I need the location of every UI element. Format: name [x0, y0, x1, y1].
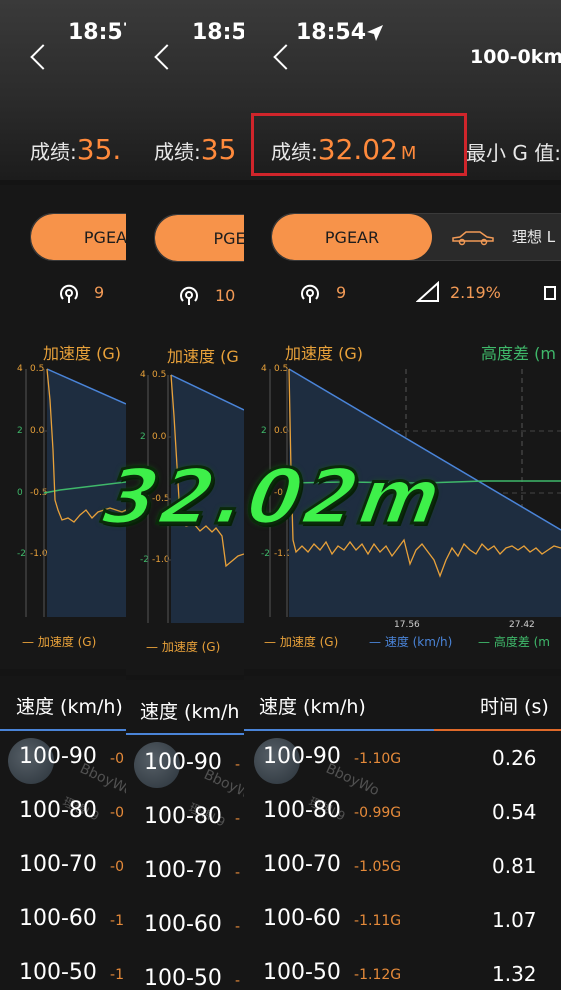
row-time: 0.54	[492, 800, 537, 824]
row-time: 0.26	[492, 746, 537, 770]
row-time: 0.81	[492, 854, 537, 878]
slope-icon	[415, 280, 440, 307]
table-row: 100-70 -1.05G	[263, 852, 402, 877]
x-tick-label: 17.56	[394, 620, 420, 630]
table-row: 100-80 -0.99G	[263, 798, 402, 823]
score-display: 成绩:35.	[30, 133, 122, 166]
table-row: 100-90 -0	[19, 744, 124, 769]
row-time: 1.32	[492, 962, 537, 986]
table-header-speed: 速度 (km/h)	[16, 696, 123, 718]
legend-accel: — 加速度 (G)	[264, 635, 339, 649]
legend-speed: — 速度 (km/h)	[369, 635, 453, 649]
x-tick-label: 27.42	[509, 620, 535, 630]
table-row: 100-50 -	[144, 966, 241, 990]
table-row: 100-80 -0	[19, 798, 124, 823]
table-card	[244, 676, 561, 990]
header-underline	[244, 729, 434, 731]
table-row: 100-50 -1.12G	[263, 960, 402, 985]
satellite-icon	[299, 282, 321, 308]
mode-toggle[interactable]: PGEA	[154, 214, 244, 262]
car-tab-label[interactable]: 理想 L	[512, 226, 555, 247]
status-time: 18:57	[68, 20, 126, 45]
overlay-result-text: 32.02m	[96, 451, 452, 543]
table-row: 100-80 -	[144, 804, 241, 829]
header-underline	[434, 729, 561, 731]
table-row: 100-60 -1	[19, 906, 124, 931]
table-header-time: 时间 (s)	[480, 696, 549, 718]
car-icon	[450, 228, 496, 250]
chart-title: 加速度 (G	[167, 347, 239, 366]
legend-accel: — 加速度 (G)	[22, 635, 97, 649]
min-g-label: 最小 G 值:	[466, 141, 561, 165]
score-display: 成绩:35	[154, 133, 237, 166]
location-arrow-icon	[366, 24, 384, 46]
table-header-speed: 速度 (km/h)	[259, 696, 366, 718]
satellite-count: 9	[336, 283, 347, 302]
satellite-count: 10	[215, 286, 236, 305]
pgear-pill[interactable]: PGEA	[155, 215, 244, 261]
row-time: 1.07	[492, 908, 537, 932]
table-row: 100-70 -	[144, 858, 241, 883]
status-time: 18:54	[296, 20, 367, 45]
score-highlight-box	[251, 113, 467, 176]
status-time: 18:5	[192, 20, 244, 45]
slope-value: 2.19%	[450, 283, 501, 302]
satellite-icon	[178, 284, 200, 310]
satellite-count: 9	[94, 283, 105, 302]
battery-icon	[544, 285, 558, 305]
pgear-pill[interactable]: PGEAR	[31, 214, 126, 260]
table-row: 100-90 -1.10G	[263, 744, 402, 769]
legend-accel: — 加速度 (G)	[146, 640, 221, 654]
table-card	[126, 680, 244, 990]
table-card	[0, 676, 126, 990]
satellite-icon	[58, 282, 80, 308]
pgear-pill[interactable]: PGEAR	[272, 214, 432, 260]
page-title: 100-0km	[470, 46, 561, 68]
table-row: 100-60 -1.11G	[263, 906, 402, 931]
table-row: 100-70 -0	[19, 852, 124, 877]
table-row: 100-60 -	[144, 912, 241, 937]
mode-toggle[interactable]: PGEAR 理想 L	[271, 213, 561, 261]
table-row: 100-50 -1	[19, 960, 124, 985]
header-underline	[126, 733, 244, 735]
mode-toggle[interactable]: PGEAR	[30, 213, 126, 261]
table-header-speed: 速度 (km/h	[140, 701, 240, 723]
header-underline	[0, 729, 126, 731]
table-row: 100-90 -	[144, 750, 241, 775]
legend-height: — 高度差 (m	[478, 635, 551, 649]
